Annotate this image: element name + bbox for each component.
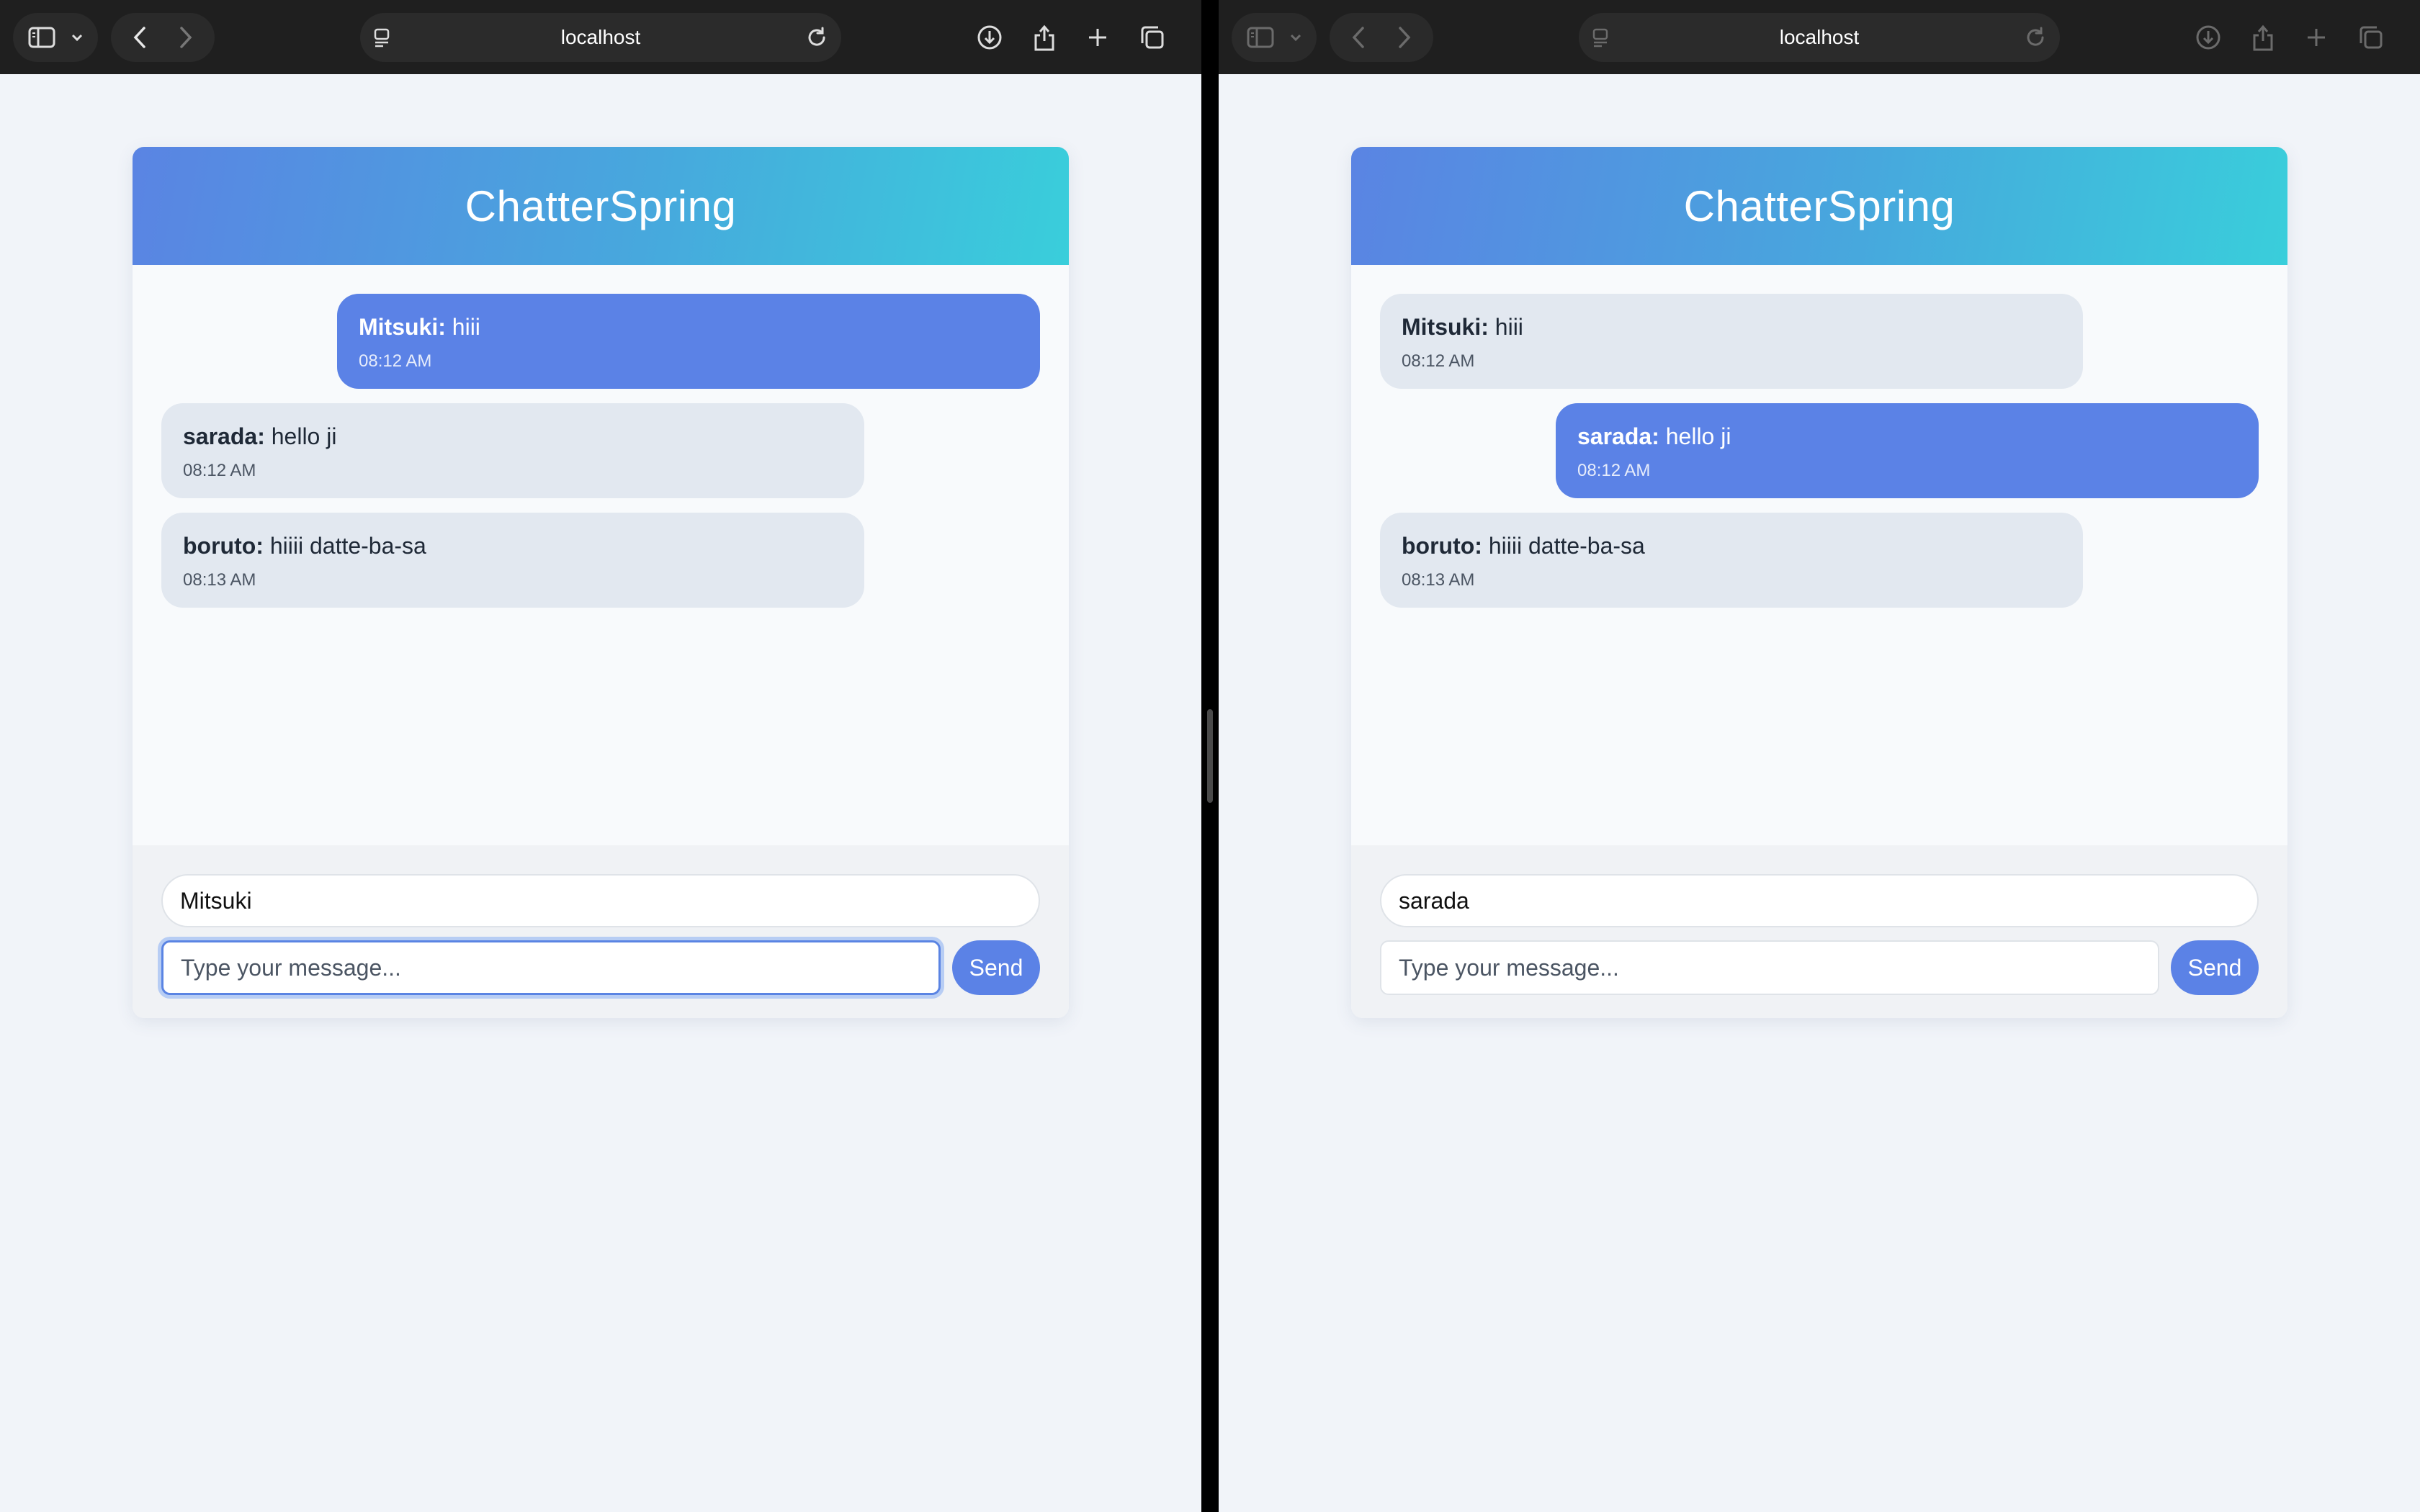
browser-toolbar: localhost — [1219, 0, 2420, 74]
tabs-overview-icon[interactable] — [1131, 13, 1174, 62]
message-bubble: Mitsuki: hiii 08:12 AM — [1380, 294, 2083, 389]
message-time: 08:12 AM — [1402, 351, 1475, 371]
forward-icon[interactable] — [166, 13, 206, 62]
forward-icon[interactable] — [1384, 13, 1425, 62]
reload-icon[interactable] — [805, 26, 828, 53]
message-input[interactable] — [161, 940, 941, 995]
message-time: 08:13 AM — [1402, 570, 1475, 590]
browser-actions — [2187, 13, 2410, 62]
message-time: 08:12 AM — [183, 461, 256, 480]
sidebar-toggle-group — [13, 13, 98, 62]
message-author: boruto: — [1402, 533, 1482, 559]
message-time: 08:13 AM — [183, 570, 256, 590]
message-bubble-own: sarada: hello ji 08:12 AM — [1556, 403, 2259, 498]
username-input[interactable] — [1380, 874, 2259, 927]
message-text: hiiii datte-ba-sa — [269, 533, 426, 559]
chevron-down-icon[interactable] — [66, 13, 88, 62]
browser-toolbar: localhost — [0, 0, 1201, 74]
sidebar-icon[interactable] — [1245, 13, 1276, 62]
chevron-down-icon[interactable] — [1285, 13, 1307, 62]
url-text: localhost — [560, 26, 641, 48]
message-text: hiii — [1494, 314, 1523, 340]
chat-app-card: ChatterSpring Mitsuki: hiii 08:12 AM sar… — [1351, 147, 2287, 1018]
message-author: Mitsuki: — [1402, 314, 1489, 340]
share-icon[interactable] — [1023, 13, 1066, 62]
message-bubble-own: Mitsuki: hiii 08:12 AM — [337, 294, 1040, 389]
back-icon[interactable] — [1338, 13, 1379, 62]
message-time: 08:12 AM — [1577, 461, 1651, 480]
app-title: ChatterSpring — [465, 181, 737, 230]
message-author: boruto: — [183, 533, 264, 559]
nav-group — [111, 13, 215, 62]
composer: Send — [133, 845, 1069, 1018]
sidebar-toggle-group — [1232, 13, 1317, 62]
new-tab-icon[interactable] — [2295, 13, 2338, 62]
username-input[interactable] — [161, 874, 1040, 927]
message-text: hello ji — [1665, 423, 1731, 449]
url-text: localhost — [1779, 26, 1860, 48]
share-icon[interactable] — [2241, 13, 2285, 62]
nav-group — [1330, 13, 1433, 62]
send-button[interactable]: Send — [952, 940, 1040, 995]
chat-header: ChatterSpring — [133, 147, 1069, 265]
address-bar[interactable]: localhost — [360, 13, 841, 62]
app-title: ChatterSpring — [1683, 181, 1955, 230]
composer: Send — [1351, 845, 2287, 1018]
sidebar-icon[interactable] — [26, 13, 58, 62]
split-view-handle[interactable] — [1207, 709, 1213, 803]
message-bubble: boruto: hiiii datte-ba-sa 08:13 AM — [1380, 513, 2083, 608]
new-tab-icon[interactable] — [1076, 13, 1119, 62]
message-author: sarada: — [1577, 423, 1659, 449]
reload-icon[interactable] — [2024, 26, 2047, 53]
message-input[interactable] — [1380, 940, 2159, 995]
download-icon[interactable] — [968, 13, 1011, 62]
message-text: hiiii datte-ba-sa — [1488, 533, 1645, 559]
message-text: hello ji — [271, 423, 337, 449]
tabs-overview-icon[interactable] — [2349, 13, 2393, 62]
message-list: Mitsuki: hiii 08:12 AM sarada: hello ji … — [133, 265, 1069, 845]
browser-window-left: localhost ChatterSpring Mitsuki: hiii 08… — [0, 0, 1201, 1512]
message-text: hiii — [452, 314, 480, 340]
message-author: sarada: — [183, 423, 265, 449]
chat-app-card: ChatterSpring Mitsuki: hiii 08:12 AM sar… — [133, 147, 1069, 1018]
address-bar[interactable]: localhost — [1579, 13, 2060, 62]
message-author: Mitsuki: — [359, 314, 446, 340]
back-icon[interactable] — [120, 13, 160, 62]
chat-header: ChatterSpring — [1351, 147, 2287, 265]
browser-actions — [968, 13, 1191, 62]
download-icon[interactable] — [2187, 13, 2230, 62]
browser-window-right: localhost ChatterSpring Mitsuki: hiii 08… — [1219, 0, 2420, 1512]
message-list: Mitsuki: hiii 08:12 AM sarada: hello ji … — [1351, 265, 2287, 845]
message-bubble: boruto: hiiii datte-ba-sa 08:13 AM — [161, 513, 864, 608]
message-bubble: sarada: hello ji 08:12 AM — [161, 403, 864, 498]
message-time: 08:12 AM — [359, 351, 432, 371]
send-button[interactable]: Send — [2171, 940, 2259, 995]
